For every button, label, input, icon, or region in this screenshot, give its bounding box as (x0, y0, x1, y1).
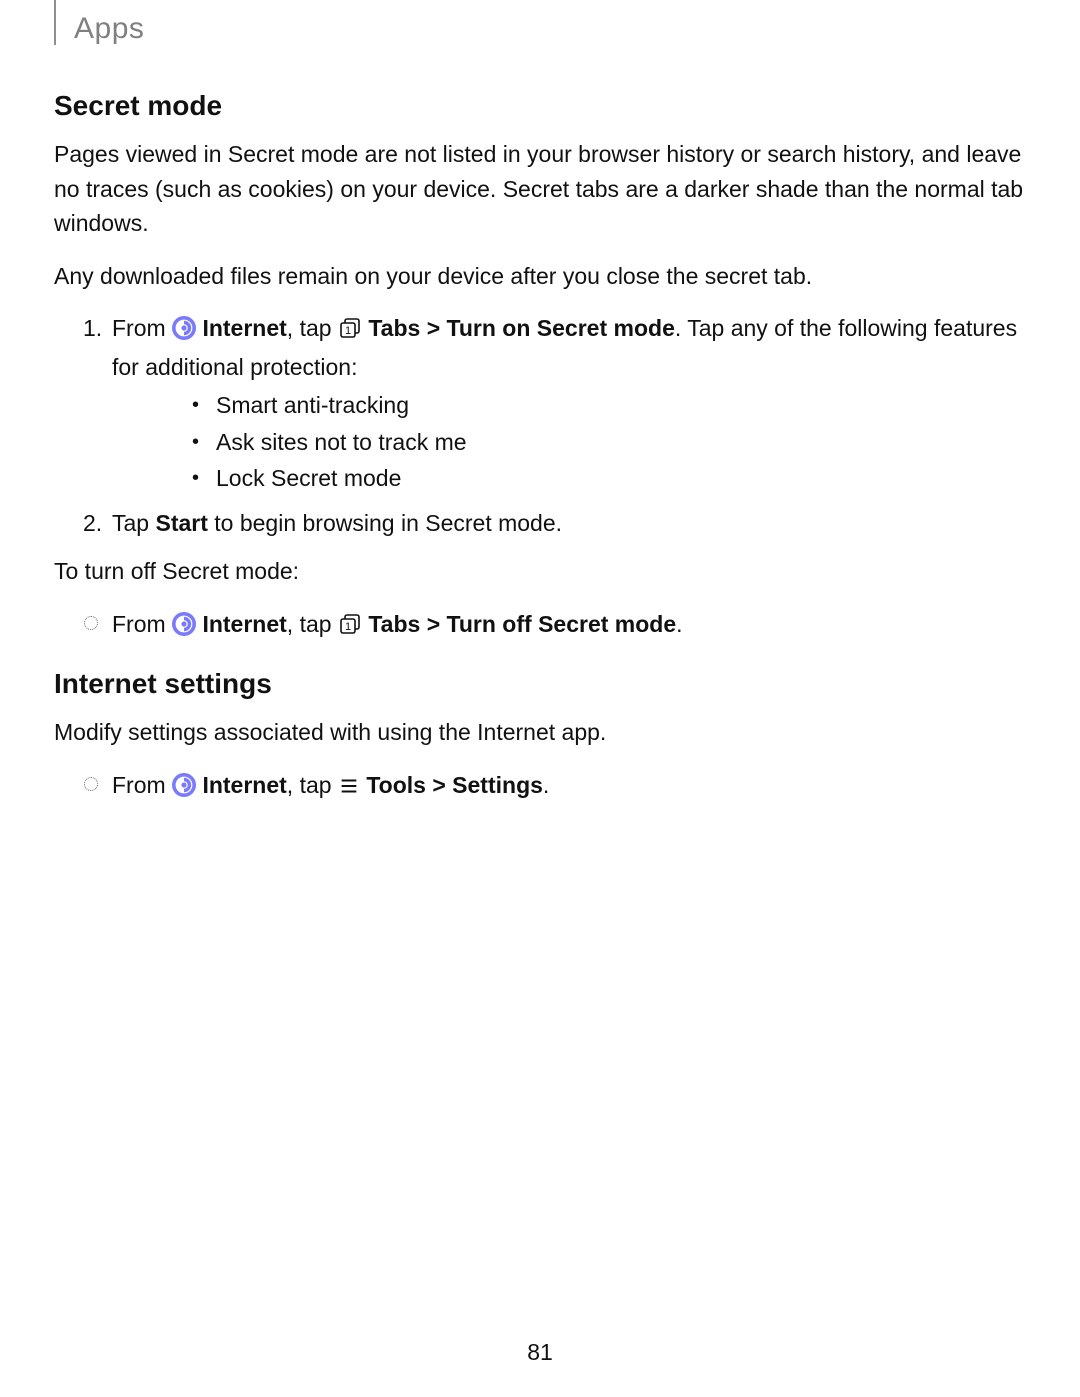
settings-step: From Internet, tap Tools > Settings. (54, 768, 1026, 807)
off-step: From Internet, tap Tabs > Turn off Secre… (54, 607, 1026, 646)
settings-step-internet-label: Internet (202, 772, 286, 798)
heading-secret-mode: Secret mode (54, 85, 1026, 127)
step-1-tabs-path: Tabs > Turn on Secret mode (368, 315, 675, 341)
text: Internet (202, 611, 286, 637)
page-number: 81 (0, 1335, 1080, 1370)
page-header: Apps (54, 0, 1026, 45)
step-1-internet-label: Internet (202, 315, 286, 341)
tabs-icon (338, 315, 362, 350)
settings-step-from: From (112, 772, 172, 798)
text: Tools > Settings (366, 772, 543, 798)
internet-icon (172, 315, 196, 350)
secret-mode-paragraph-1: Pages viewed in Secret mode are not list… (54, 137, 1026, 241)
text: Tabs > Turn off Secret mode (368, 611, 676, 637)
secret-mode-steps: 1. From Internet, tap Tabs > Turn on Sec… (54, 311, 1026, 540)
secret-mode-paragraph-2: Any downloaded files remain on your devi… (54, 259, 1026, 294)
feature-item: Lock Secret mode (112, 461, 1026, 496)
step-2-text-tap: Tap (112, 510, 155, 536)
secret-mode-off-steps: From Internet, tap Tabs > Turn off Secre… (54, 607, 1026, 646)
off-step-tabs-path: Tabs > Turn off Secret mode (368, 611, 676, 637)
step-number: 2. (83, 506, 102, 541)
step-1-comma-tap: , tap (287, 315, 338, 341)
off-step-comma-tap: , tap (287, 611, 338, 637)
heading-internet-settings: Internet settings (54, 663, 1026, 705)
off-step-period: . (676, 611, 682, 637)
feature-item: Ask sites not to track me (112, 425, 1026, 460)
settings-step-tools-path: Tools > Settings (366, 772, 543, 798)
off-step-from: From (112, 611, 172, 637)
breadcrumb: Apps (74, 6, 144, 51)
settings-step-comma-tap: , tap (287, 772, 338, 798)
text: Internet (202, 772, 286, 798)
manual-page: Apps Secret mode Pages viewed in Secret … (0, 0, 1080, 1397)
text: Tabs > Turn on Secret mode (368, 315, 675, 341)
off-step-internet-label: Internet (202, 611, 286, 637)
internet-settings-steps: From Internet, tap Tools > Settings. (54, 768, 1026, 807)
feature-item: Smart anti-tracking (112, 388, 1026, 423)
header-vertical-rule (54, 0, 56, 45)
tabs-icon (338, 611, 362, 646)
internet-settings-paragraph: Modify settings associated with using th… (54, 715, 1026, 750)
menu-icon (338, 772, 360, 807)
secret-mode-features: Smart anti-tracking Ask sites not to tra… (112, 388, 1026, 496)
step-2: 2. Tap Start to begin browsing in Secret… (54, 506, 1026, 541)
step-1: 1. From Internet, tap Tabs > Turn on Sec… (54, 311, 1026, 496)
step-2-start-label: Start (155, 510, 207, 536)
step-1-text-from: From (112, 315, 172, 341)
step-number: 1. (83, 311, 102, 346)
settings-step-period: . (543, 772, 549, 798)
internet-icon (172, 772, 196, 807)
text: Internet (202, 315, 286, 341)
secret-mode-turn-off-intro: To turn off Secret mode: (54, 554, 1026, 589)
internet-icon (172, 611, 196, 646)
step-2-tail: to begin browsing in Secret mode. (208, 510, 562, 536)
